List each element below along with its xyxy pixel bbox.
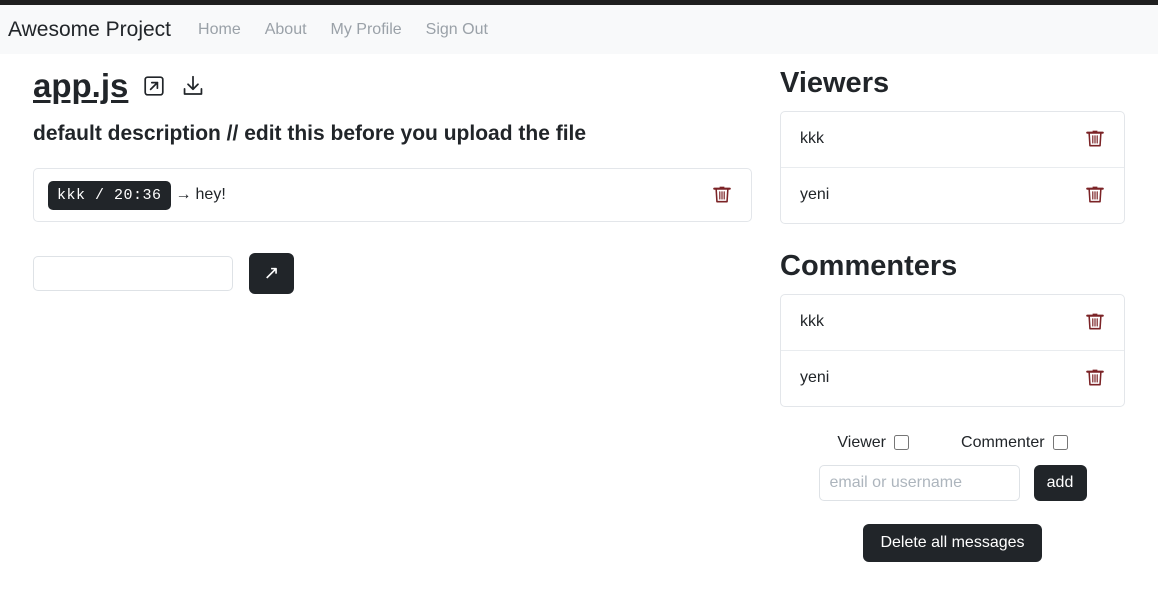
trash-icon <box>711 182 733 209</box>
navbar: Awesome Project Home About My Profile Si… <box>0 5 1158 54</box>
list-item: yeni <box>781 168 1124 223</box>
page-title: app.js <box>33 67 129 104</box>
commenters-title: Commenters <box>780 249 958 282</box>
commenter-name: kkk <box>800 313 824 331</box>
add-user-row: add <box>780 464 1125 501</box>
nav-link-sign-out[interactable]: Sign Out <box>426 21 488 39</box>
commenter-checkbox-label: Commenter <box>961 433 1045 451</box>
navbar-links: Home About My Profile Sign Out <box>198 21 488 39</box>
message-item: kkk / 20:36 → hey! <box>33 168 752 223</box>
nav-link-my-profile[interactable]: My Profile <box>331 21 402 39</box>
trash-icon <box>1084 365 1106 392</box>
trash-icon <box>1084 309 1106 336</box>
permission-checkboxes: Viewer Commenter <box>780 434 1125 452</box>
message-author-time-badge: kkk / 20:36 <box>48 180 171 210</box>
arrow-up-right-icon: ↗ <box>263 263 280 285</box>
navbar-brand[interactable]: Awesome Project <box>4 18 181 42</box>
commenter-checkbox[interactable] <box>1052 435 1068 451</box>
list-item: yeni <box>781 351 1124 406</box>
page-body: app.js default description // edit this … <box>0 54 1158 603</box>
message-input[interactable] <box>33 256 233 292</box>
delete-commenter-button[interactable] <box>1082 309 1108 336</box>
trash-icon <box>1084 182 1106 209</box>
file-header: app.js <box>33 67 770 104</box>
delete-all-messages-button[interactable]: Delete all messages <box>863 523 1042 562</box>
add-user-button[interactable]: add <box>1033 464 1087 501</box>
viewer-checkbox-group: Viewer <box>837 433 910 452</box>
delete-message-button[interactable] <box>709 182 735 209</box>
viewer-name: yeni <box>800 186 830 204</box>
sidebar: Viewers kkk yeni Commenters kkk yeni Vie… <box>770 54 1158 603</box>
file-description: default description // edit this before … <box>33 122 587 146</box>
delete-viewer-button[interactable] <box>1082 182 1108 209</box>
commenter-name: yeni <box>800 369 830 387</box>
main-content: app.js default description // edit this … <box>0 54 770 603</box>
nav-link-home[interactable]: Home <box>198 21 241 39</box>
list-item: kkk <box>781 295 1124 351</box>
delete-commenter-button[interactable] <box>1082 365 1108 392</box>
commenters-list: kkk yeni <box>780 293 1125 407</box>
delete-viewer-button[interactable] <box>1082 126 1108 153</box>
delete-all-row: Delete all messages <box>780 523 1125 562</box>
external-link-icon[interactable] <box>142 74 166 98</box>
compose-row: ↗ <box>33 253 770 295</box>
viewers-title: Viewers <box>780 67 890 99</box>
viewer-checkbox[interactable] <box>894 435 910 451</box>
download-icon[interactable] <box>180 73 206 99</box>
list-item: kkk <box>781 112 1124 168</box>
viewer-name: kkk <box>800 130 824 148</box>
nav-link-about[interactable]: About <box>265 21 307 39</box>
message-arrow-separator: → <box>175 186 192 204</box>
message-text: hey! <box>195 186 226 204</box>
add-user-input[interactable] <box>818 464 1020 501</box>
message-content: kkk / 20:36 → hey! <box>48 180 226 210</box>
commenter-checkbox-group: Commenter <box>961 434 1068 452</box>
send-message-button[interactable]: ↗ <box>249 253 294 295</box>
viewers-list: kkk yeni <box>780 110 1125 224</box>
viewer-checkbox-label: Viewer <box>837 433 887 451</box>
trash-icon <box>1084 126 1106 153</box>
